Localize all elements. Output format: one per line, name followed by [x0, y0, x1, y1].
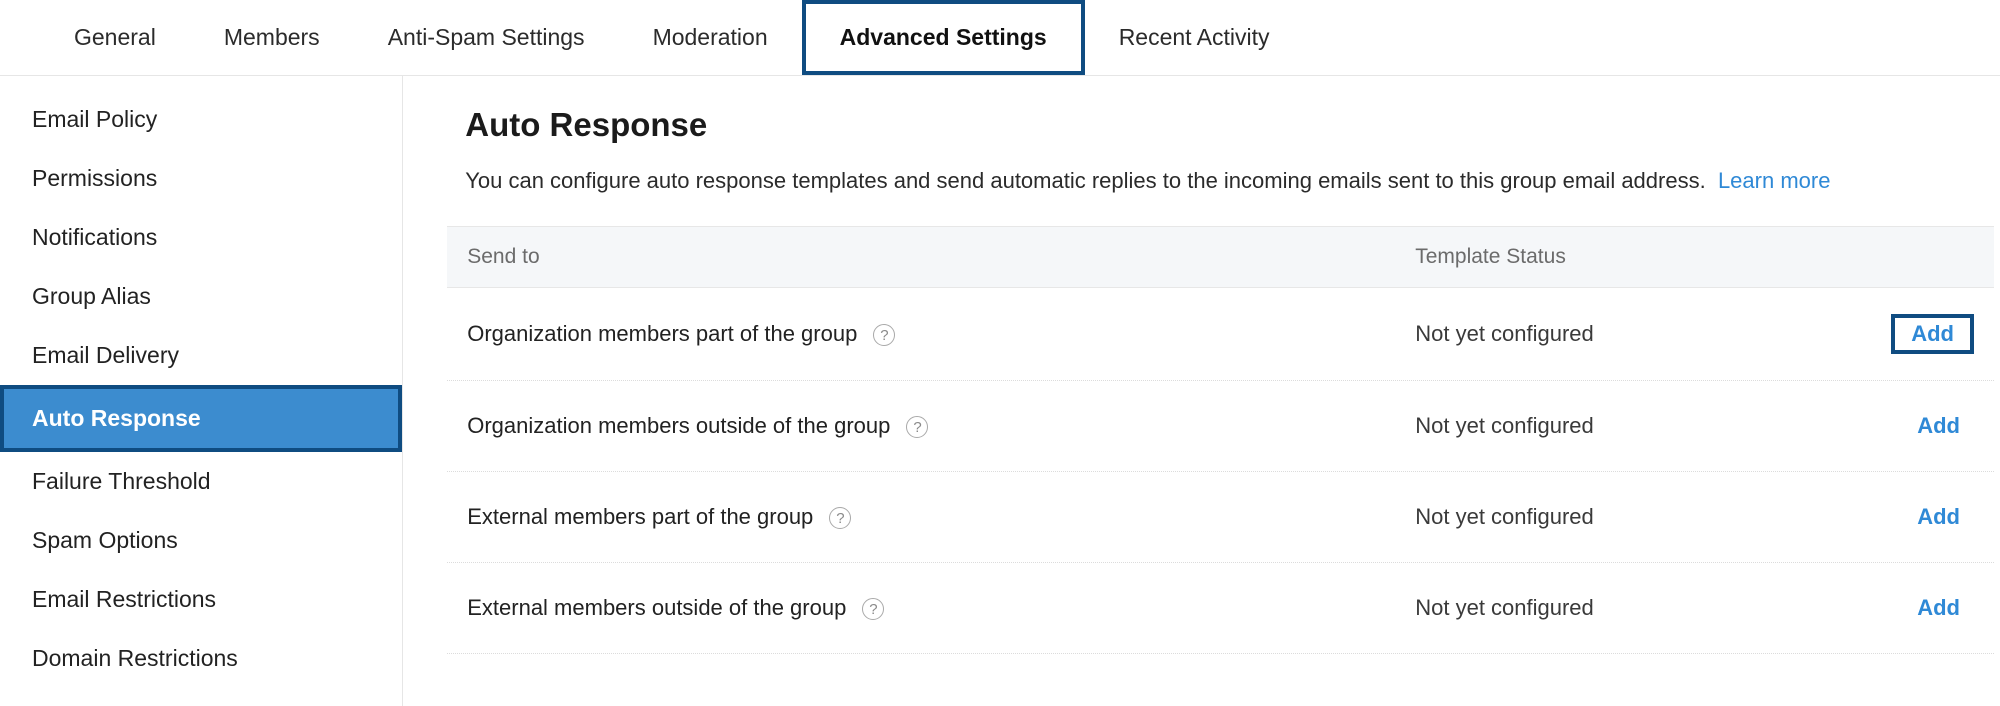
- row-status: Not yet configured: [1415, 504, 1891, 530]
- row-status: Not yet configured: [1415, 595, 1891, 621]
- row-send-to: External members part of the group ?: [467, 504, 1415, 530]
- table-row: Organization members outside of the grou…: [447, 381, 1994, 472]
- row-action-cell: Add: [1891, 589, 1974, 627]
- row-send-to: Organization members outside of the grou…: [467, 413, 1415, 439]
- table-row: Organization members part of the group ?…: [447, 288, 1994, 381]
- row-send-to-text: Organization members part of the group: [467, 321, 857, 346]
- row-status: Not yet configured: [1415, 413, 1891, 439]
- sidebar-item-notifications[interactable]: Notifications: [0, 208, 402, 267]
- page-description-text: You can configure auto response template…: [465, 168, 1705, 193]
- sidebar-item-spam-options[interactable]: Spam Options: [0, 511, 402, 570]
- page-description: You can configure auto response template…: [465, 164, 1950, 198]
- sidebar-item-permissions[interactable]: Permissions: [0, 149, 402, 208]
- table-header-template-status: Template Status: [1415, 245, 1891, 269]
- sidebar-item-auto-response[interactable]: Auto Response: [0, 385, 402, 452]
- help-icon[interactable]: ?: [906, 416, 928, 438]
- table-header-row: Send to Template Status: [447, 227, 1994, 288]
- learn-more-link[interactable]: Learn more: [1718, 168, 1831, 193]
- tab-anti-spam-settings[interactable]: Anti-Spam Settings: [354, 0, 619, 75]
- table-row: External members part of the group ? Not…: [447, 472, 1994, 563]
- table-row: External members outside of the group ? …: [447, 563, 1994, 654]
- row-send-to: Organization members part of the group ?: [467, 321, 1415, 347]
- main-content: Auto Response You can configure auto res…: [403, 76, 2000, 706]
- help-icon[interactable]: ?: [829, 507, 851, 529]
- help-icon[interactable]: ?: [862, 598, 884, 620]
- sidebar: Email Policy Permissions Notifications G…: [0, 76, 403, 706]
- help-icon[interactable]: ?: [873, 324, 895, 346]
- sidebar-item-email-restrictions[interactable]: Email Restrictions: [0, 570, 402, 629]
- add-button[interactable]: Add: [1903, 498, 1974, 536]
- tab-general[interactable]: General: [40, 0, 190, 75]
- main-header: Auto Response You can configure auto res…: [403, 106, 2000, 198]
- top-tabbar: General Members Anti-Spam Settings Moder…: [0, 0, 2000, 76]
- tab-moderation[interactable]: Moderation: [619, 0, 802, 75]
- sidebar-item-email-delivery[interactable]: Email Delivery: [0, 326, 402, 385]
- add-button[interactable]: Add: [1903, 407, 1974, 445]
- body: Email Policy Permissions Notifications G…: [0, 76, 2000, 706]
- row-send-to: External members outside of the group ?: [467, 595, 1415, 621]
- sidebar-item-domain-restrictions[interactable]: Domain Restrictions: [0, 629, 402, 688]
- row-status: Not yet configured: [1415, 321, 1891, 347]
- page-title: Auto Response: [465, 106, 1950, 144]
- table-header-action: [1891, 245, 1974, 269]
- row-send-to-text: External members part of the group: [467, 504, 813, 529]
- row-action-cell: Add: [1891, 498, 1974, 536]
- row-action-cell: Add: [1891, 407, 1974, 445]
- sidebar-item-failure-threshold[interactable]: Failure Threshold: [0, 452, 402, 511]
- sidebar-item-group-alias[interactable]: Group Alias: [0, 267, 402, 326]
- table-header-send-to: Send to: [467, 245, 1415, 269]
- auto-response-table: Send to Template Status Organization mem…: [447, 226, 1994, 654]
- tab-advanced-settings[interactable]: Advanced Settings: [802, 0, 1085, 75]
- row-send-to-text: Organization members outside of the grou…: [467, 413, 890, 438]
- row-send-to-text: External members outside of the group: [467, 595, 846, 620]
- tab-recent-activity[interactable]: Recent Activity: [1085, 0, 1304, 75]
- sidebar-item-email-policy[interactable]: Email Policy: [0, 90, 402, 149]
- row-action-cell: Add: [1891, 314, 1974, 354]
- add-button[interactable]: Add: [1891, 314, 1974, 354]
- page: General Members Anti-Spam Settings Moder…: [0, 0, 2000, 706]
- tab-members[interactable]: Members: [190, 0, 354, 75]
- add-button[interactable]: Add: [1903, 589, 1974, 627]
